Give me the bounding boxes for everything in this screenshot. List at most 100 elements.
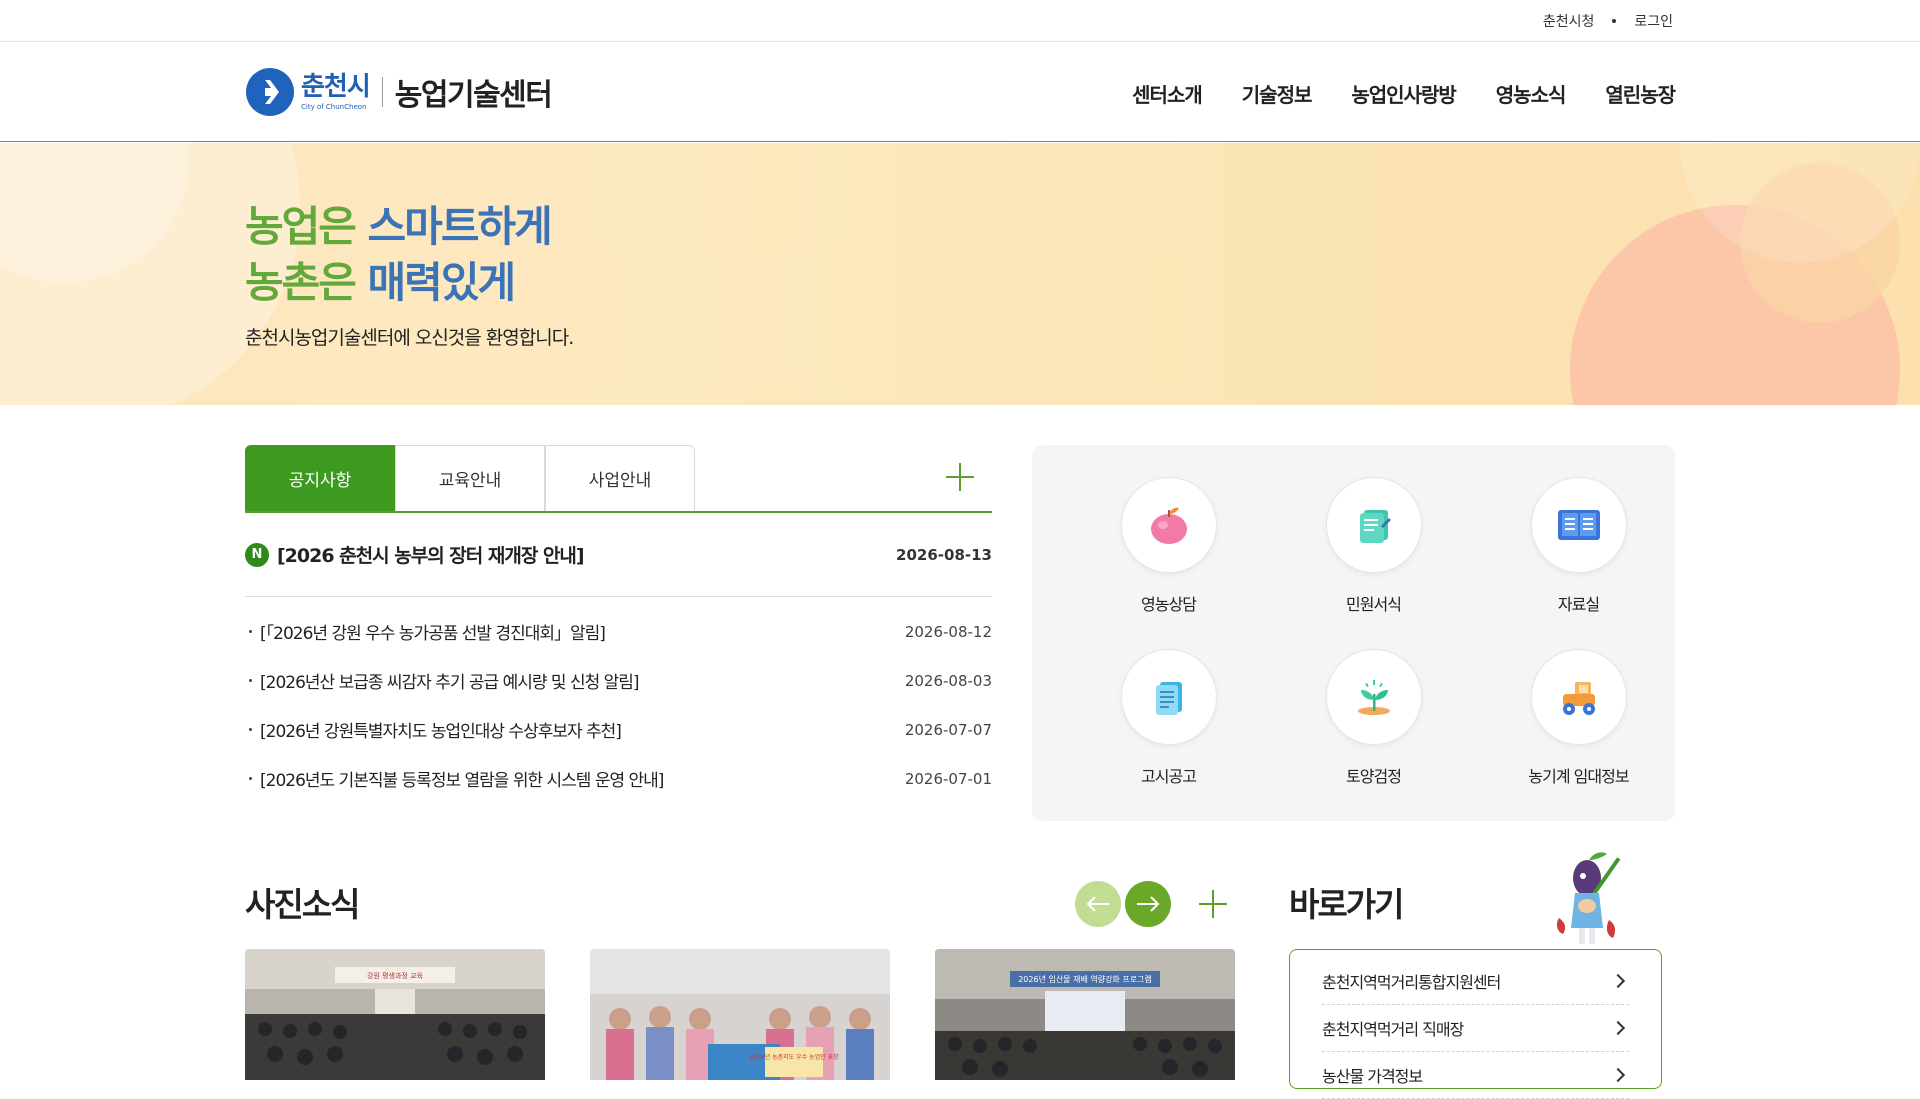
quick-label: 고시공고: [1141, 767, 1197, 786]
nav-farmer-lounge[interactable]: 농업인사랑방: [1351, 79, 1456, 108]
notice-featured-date: 2026-08-13: [896, 545, 992, 564]
login-link[interactable]: 로그인: [1634, 11, 1673, 31]
arrow-left-icon: [1086, 896, 1109, 912]
photo-news-title: 사진소식: [245, 885, 360, 924]
notice-date: 2026-08-12: [904, 622, 992, 641]
bullet-icon: [249, 630, 252, 633]
list-item[interactable]: [2026년도 기본직불 등록정보 열람을 위한 시스템 운영 안내] 2026…: [245, 754, 992, 803]
notice-date: 2026-07-07: [904, 720, 992, 739]
chuncheon-logo-icon: [245, 63, 295, 121]
photo-banner-text: 강원 평생과정 교육: [367, 971, 424, 980]
hero-banner: 농업은 스마트하게 농촌은 매력있게 춘천시농업기술센터에 오신것을 환영합니다…: [0, 143, 1920, 405]
quick-label: 영농상담: [1141, 595, 1197, 614]
notice-title: [2026년도 기본직불 등록정보 열람을 위한 시스템 운영 안내]: [260, 771, 664, 791]
quick-menu-grid: 영농상담 민원서식 자료실 고시공고 토양검정 농기계 임대정보: [1066, 477, 1681, 787]
site-header: 춘천시 City of ChunCheon 농업기술센터 센터소개 기술정보 농…: [0, 43, 1920, 142]
nav-center-intro[interactable]: 센터소개: [1132, 79, 1203, 108]
photo-card-1[interactable]: 강원 평생과정 교육: [245, 949, 545, 1080]
board-more-plus-icon[interactable]: [946, 463, 974, 491]
hero-line-1-a: 농업은: [245, 202, 357, 251]
quick-label: 자료실: [1557, 595, 1600, 614]
hero-subtitle: 춘천시농업기술센터에 오신것을 환영합니다.: [245, 327, 574, 349]
notice-board: 공지사항 교육안내 사업안내 N [2026 춘천시 농부의 장터 재개장 안내…: [245, 445, 992, 803]
logo-org-name: 농업기술센터: [394, 78, 553, 113]
shortcut-label: 춘천지역먹거리 직매장: [1322, 1020, 1464, 1039]
chevron-right-icon: [1610, 973, 1626, 989]
chevron-right-icon: [1610, 1020, 1626, 1036]
nav-farming-news[interactable]: 영농소식: [1496, 79, 1567, 108]
list-item[interactable]: [2026년 강원특별자치도 농업인대상 수상후보자 추천] 2026-07-0…: [245, 705, 992, 754]
notice-list: [「2026년 강원 우수 농가공품 선발 경진대회」알림] 2026-08-1…: [245, 607, 992, 803]
photo-training-session: 2026년 임산물 재배 역량강화 프로그램: [935, 949, 1235, 1080]
shortcuts-box: 춘천지역먹거리통합지원센터 춘천지역먹거리 직매장 농산물 가격정보: [1289, 949, 1662, 1099]
quick-soil-test[interactable]: 토양검정: [1271, 649, 1476, 787]
photo-more-plus-icon[interactable]: [1199, 890, 1227, 918]
notice-date: 2026-08-03: [904, 671, 992, 690]
tab-notices[interactable]: 공지사항: [245, 445, 395, 511]
utility-bar: 춘천시청 로그인: [0, 0, 1920, 42]
tab-projects[interactable]: 사업안내: [545, 445, 695, 511]
logo-city-name: 춘천시 City of ChunCheon: [301, 74, 371, 111]
sprout-icon: [1325, 649, 1422, 745]
photo-prev-button[interactable]: [1075, 881, 1121, 927]
list-item[interactable]: [2026년산 보급종 씨감자 추기 공급 예시량 및 신청 알림] 2026-…: [245, 656, 992, 705]
bullet-icon: [249, 728, 252, 731]
nav-open-farm[interactable]: 열린농장: [1605, 79, 1676, 108]
mascot-character-icon: [1545, 848, 1635, 948]
notice-date: 2026-07-01: [904, 769, 992, 788]
photo-lecture-hall: 강원 평생과정 교육: [245, 949, 545, 1080]
shortcut-price-info[interactable]: 농산물 가격정보: [1322, 1052, 1629, 1099]
notice-title: [「2026년 강원 우수 농가공품 선발 경진대회」알림]: [260, 624, 606, 644]
quick-label: 농기계 임대정보: [1528, 767, 1629, 786]
new-badge: N: [245, 542, 269, 567]
list-item[interactable]: [「2026년 강원 우수 농가공품 선발 경진대회」알림] 2026-08-1…: [245, 607, 992, 656]
notice-featured[interactable]: N [2026 춘천시 농부의 장터 재개장 안내] 2026-08-13: [245, 513, 992, 597]
open-book-icon: [1530, 477, 1627, 573]
arrow-right-icon: [1137, 896, 1160, 912]
hero-text: 농업은 스마트하게 농촌은 매력있게 춘천시농업기술센터에 오신것을 환영합니다…: [245, 199, 574, 350]
quick-civil-forms[interactable]: 민원서식: [1271, 477, 1476, 615]
quick-label: 민원서식: [1346, 595, 1402, 614]
notice-featured-title: [2026 춘천시 농부의 장터 재개장 안내]: [277, 545, 585, 567]
photo-card-2[interactable]: 2026년 농촌지도 우수 농업인 표창: [590, 949, 890, 1080]
quick-menu-panel: 영농상담 민원서식 자료실 고시공고 토양검정 농기계 임대정보: [1032, 445, 1675, 821]
main-navigation: 센터소개 기술정보 농업인사랑방 영농소식 열린농장: [1132, 79, 1676, 108]
photo-banner-text: 2026년 농촌지도 우수 농업인 표창: [749, 1053, 839, 1061]
photo-next-button[interactable]: [1125, 881, 1171, 927]
form-document-icon: [1325, 477, 1422, 573]
notice-document-icon: [1120, 649, 1217, 745]
shortcut-label: 농산물 가격정보: [1322, 1067, 1423, 1086]
quick-public-notice[interactable]: 고시공고: [1066, 649, 1271, 787]
nav-tech-info[interactable]: 기술정보: [1242, 79, 1313, 108]
notice-title: [2026년산 보급종 씨감자 추기 공급 예시량 및 신청 알림]: [260, 673, 640, 693]
board-tabs: 공지사항 교육안내 사업안내: [245, 445, 992, 513]
hero-line-2-b: 매력있게: [367, 258, 517, 307]
tab-education[interactable]: 교육안내: [395, 445, 545, 511]
notice-title: [2026년 강원특별자치도 농업인대상 수상후보자 추천]: [260, 722, 622, 742]
bullet-icon: [249, 679, 252, 682]
apple-icon: [1120, 477, 1217, 573]
quick-library[interactable]: 자료실: [1476, 477, 1681, 615]
photo-group-award: 2026년 농촌지도 우수 농업인 표창: [590, 949, 890, 1080]
photo-banner-text: 2026년 임산물 재배 역량강화 프로그램: [1018, 974, 1152, 984]
quick-farming-consult[interactable]: 영농상담: [1066, 477, 1271, 615]
tractor-icon: [1530, 649, 1627, 745]
bullet-icon: [249, 777, 252, 780]
hero-line-2: 농촌은 매력있게: [245, 255, 573, 311]
separator-dot: [1612, 19, 1617, 23]
hero-line-1-b: 스마트하게: [367, 202, 553, 251]
utility-links: 춘천시청 로그인: [1543, 11, 1673, 31]
city-hall-link[interactable]: 춘천시청: [1543, 11, 1595, 31]
photo-card-3[interactable]: 2026년 임산물 재배 역량강화 프로그램: [935, 949, 1235, 1080]
shortcut-food-center[interactable]: 춘천지역먹거리통합지원센터: [1322, 958, 1629, 1005]
hero-line-1: 농업은 스마트하게: [245, 199, 573, 255]
hero-line-2-a: 농촌은: [245, 258, 357, 307]
shortcut-direct-store[interactable]: 춘천지역먹거리 직매장: [1322, 1005, 1629, 1052]
logo-separator: [381, 77, 383, 107]
shortcut-label: 춘천지역먹거리통합지원센터: [1322, 973, 1501, 992]
quick-machinery-rental[interactable]: 농기계 임대정보: [1476, 649, 1681, 787]
shortcuts-title: 바로가기: [1289, 885, 1404, 924]
logo-city-en: City of ChunCheon: [301, 102, 367, 111]
quick-label: 토양검정: [1346, 767, 1402, 786]
site-logo[interactable]: 춘천시 City of ChunCheon 농업기술센터: [245, 63, 553, 121]
